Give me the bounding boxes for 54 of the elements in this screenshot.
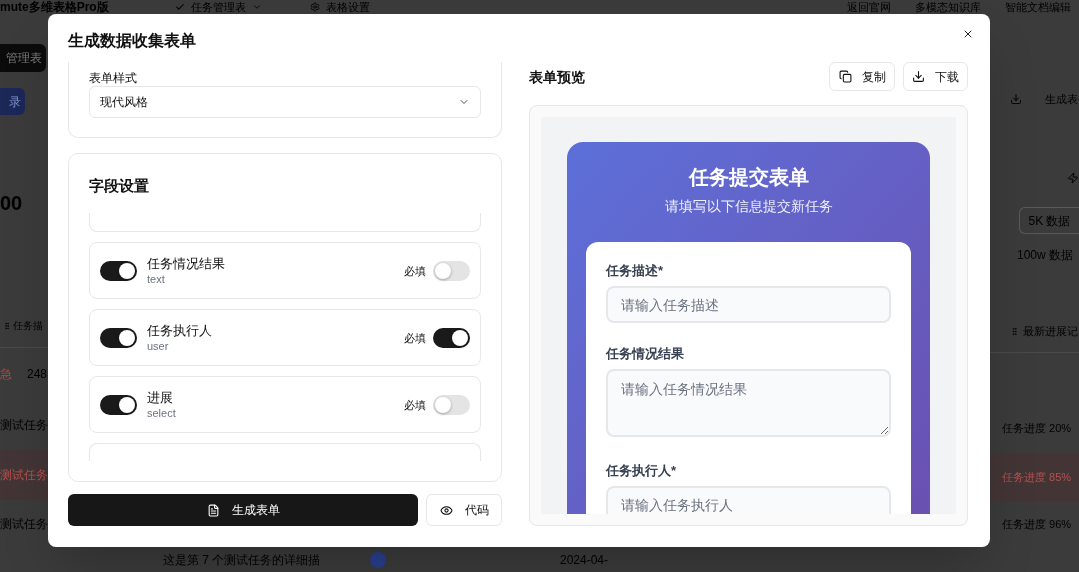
copy-icon: [838, 70, 852, 83]
style-select[interactable]: 现代风格: [89, 86, 481, 118]
stat-value: 00: [0, 191, 24, 216]
form-title: 任务提交表单: [687, 165, 810, 190]
form-field-label: 任务情况结果: [606, 345, 685, 362]
required-toggle[interactable]: [433, 394, 470, 415]
grip-icon[interactable]: [1010, 326, 1019, 336]
app-title: mute多维表格Pro版: [0, 0, 110, 14]
form-field-label: 任务描述*: [606, 262, 665, 279]
input-field[interactable]: 请输入任务描述: [606, 286, 891, 323]
required-label: 必填: [404, 330, 426, 345]
table-cell-text: 任务进度 85%: [1002, 469, 1072, 485]
required-toggle[interactable]: [433, 260, 470, 281]
section-title: 字段设置: [89, 176, 150, 196]
field-label: 表单样式: [89, 70, 138, 86]
record-button[interactable]: 录: [0, 88, 25, 115]
field-name: 任务情况结果: [147, 254, 225, 272]
textarea-field[interactable]: 请输入任务情况结果: [606, 369, 891, 437]
copy-button[interactable]: 复制: [829, 62, 895, 91]
required-label: 必填: [404, 397, 426, 412]
field-name: 任务执行人: [147, 321, 212, 339]
input-field[interactable]: 请输入任务执行人: [606, 486, 891, 514]
generate-form-button[interactable]: 生成表单: [68, 494, 418, 526]
caret-icon: [252, 2, 262, 12]
dialog-title: 生成数据收集表单: [68, 31, 196, 51]
lightning-icon: [1067, 171, 1079, 184]
grip-icon[interactable]: [3, 321, 11, 330]
required-label: 必填: [404, 263, 426, 278]
field-toggle[interactable]: [100, 260, 137, 281]
document-icon: [206, 503, 220, 517]
field-type: user: [147, 338, 170, 354]
table-button[interactable]: 管理表: [0, 44, 46, 72]
settings-icon: [310, 2, 320, 12]
check-icon: [175, 2, 185, 12]
field-type: select: [147, 405, 176, 421]
table-cell-text: 248: [27, 366, 48, 383]
eye-icon: [439, 503, 453, 517]
table-cell-text: 测试任务: [0, 467, 48, 484]
code-button[interactable]: 代码: [426, 494, 502, 526]
download-icon: [912, 70, 925, 83]
close-button[interactable]: [962, 28, 974, 40]
priority-tag: 急: [0, 365, 12, 383]
required-toggle[interactable]: [433, 327, 470, 348]
form-field-label: 任务执行人*: [606, 462, 678, 479]
field-name: 进展: [147, 388, 174, 406]
download-button[interactable]: 下载: [903, 62, 968, 91]
form-subtitle: 请填写以下信息提交新任务: [663, 197, 834, 216]
avatar-icon: [370, 551, 386, 568]
field-toggle[interactable]: [100, 394, 137, 415]
preview-title: 表单预览: [529, 67, 585, 86]
field-toggle[interactable]: [100, 327, 137, 348]
field-type: text: [147, 271, 166, 287]
close-icon: [962, 28, 974, 40]
download-icon: [1010, 92, 1022, 105]
